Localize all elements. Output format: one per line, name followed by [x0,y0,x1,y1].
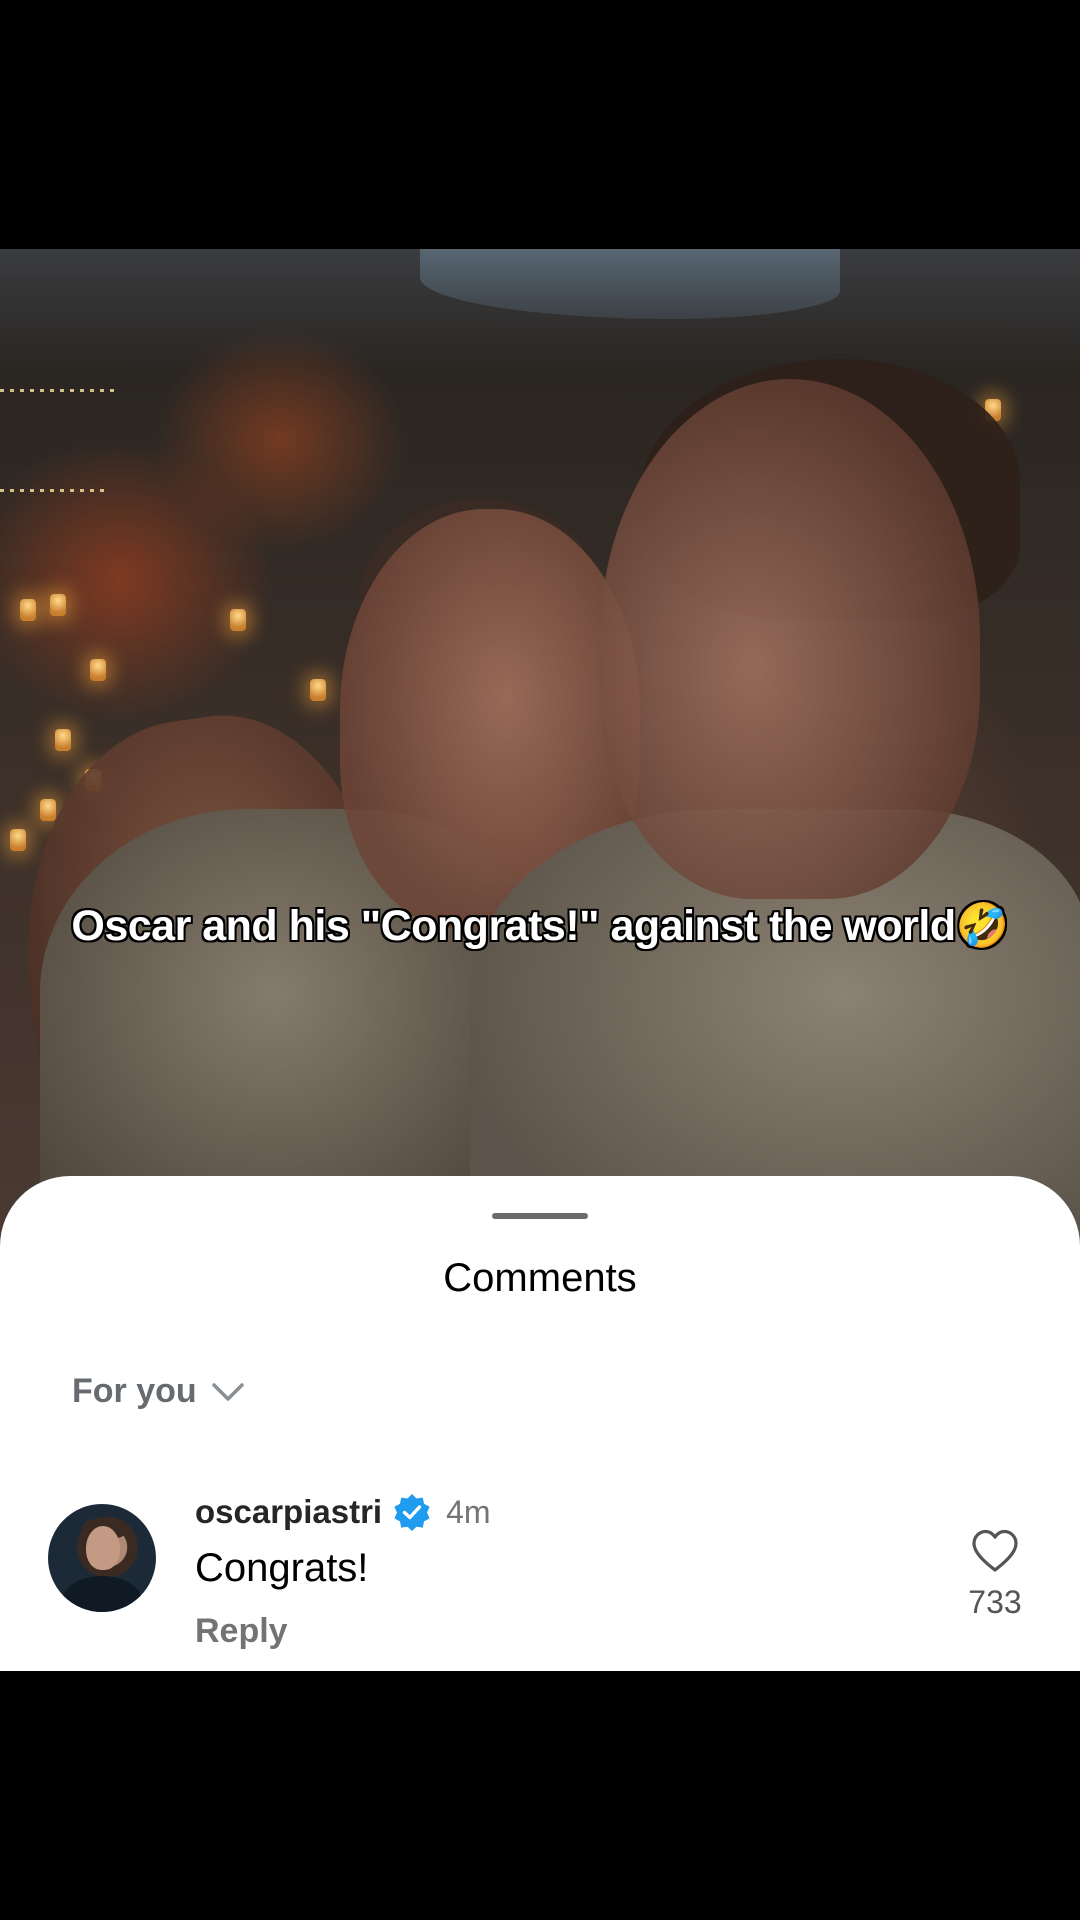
candle [20,599,36,621]
video-sky [420,249,840,319]
comments-sheet: Comments For you oscarpiastri 4m Congrat… [0,1176,1080,1671]
verified-badge-icon [392,1492,432,1532]
comment-filter-dropdown[interactable]: For you [72,1372,245,1411]
candle [230,609,246,631]
candle [90,659,106,681]
sheet-title: Comments [443,1256,637,1300]
like-count: 733 [968,1584,1022,1620]
bottom-letterbox [0,1671,1080,1920]
top-letterbox [0,0,1080,249]
comment-text: Congrats! [195,1546,369,1590]
candle [10,829,26,851]
string-lights [0,389,120,392]
string-lights [0,489,110,492]
candle [310,679,326,701]
candle [55,729,71,751]
comment-header: oscarpiastri 4m [195,1490,491,1534]
candle [40,799,56,821]
video-caption: Oscar and his "Congrats!" against the wo… [71,902,1009,950]
comment-like: 733 [960,1528,1030,1621]
candle [50,594,66,616]
heart-outline-icon[interactable] [960,1528,1030,1574]
reply-button[interactable]: Reply [195,1612,288,1651]
video-figure [600,379,980,899]
video-player[interactable]: Oscar and his "Congrats!" against the wo… [0,249,1080,1249]
sheet-drag-handle[interactable] [492,1213,588,1219]
chevron-down-icon [211,1381,245,1403]
avatar[interactable] [48,1504,156,1612]
comment-item: oscarpiastri 4m Congrats! Reply 733 [0,1490,1080,1670]
comment-username[interactable]: oscarpiastri [195,1493,382,1531]
comment-timestamp: 4m [446,1493,491,1530]
filter-label: For you [72,1372,197,1410]
